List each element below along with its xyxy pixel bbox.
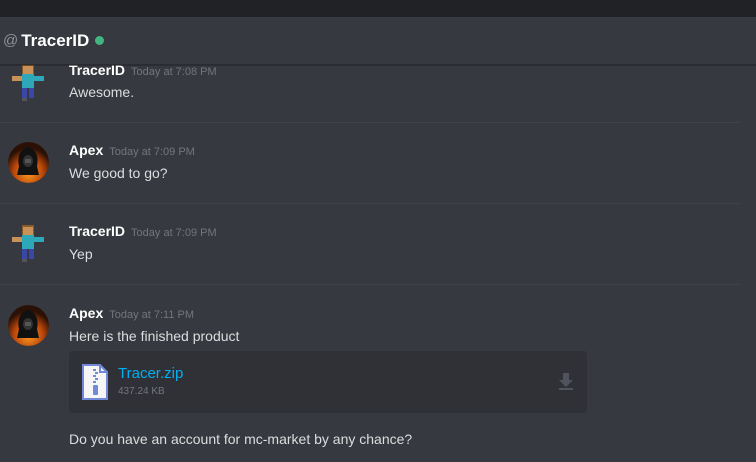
- avatar[interactable]: [8, 223, 49, 264]
- message-text: Yep: [69, 246, 93, 262]
- avatar[interactable]: [8, 305, 49, 346]
- file-attachment: Tracer.zip 437.24 KB: [69, 351, 587, 413]
- message-author[interactable]: Apex Today at 7:11 PM: [69, 305, 194, 321]
- zip-file-icon: [82, 364, 108, 400]
- message-text: Awesome.: [69, 84, 135, 100]
- message-text: Here is the finished product: [69, 328, 240, 344]
- message-timestamp: Today at 7:11 PM: [109, 309, 195, 321]
- online-status-icon: [95, 36, 105, 45]
- message-group: TracerID Today at 7:08 PM Awesome.: [0, 65, 756, 122]
- message-author[interactable]: TracerID Today at 7:08 PM: [69, 65, 217, 78]
- message-author[interactable]: Apex Today at 7:09 PM: [69, 142, 195, 158]
- message-divider: [0, 284, 740, 285]
- message-divider: [0, 203, 740, 204]
- message-group: Apex Today at 7:11 PM Here is the finishe…: [0, 305, 756, 462]
- avatar[interactable]: [8, 142, 49, 183]
- author-name[interactable]: TracerID: [69, 223, 125, 239]
- message-text: We good to go?: [69, 165, 168, 181]
- attachment-file-name[interactable]: Tracer.zip: [118, 365, 183, 382]
- minecraft-skin-icon: [8, 65, 49, 103]
- minecraft-skin-icon: [8, 223, 49, 264]
- message-timestamp: Today at 7:08 PM: [131, 66, 217, 78]
- message-group: TracerID Today at 7:09 PM Yep: [0, 223, 756, 283]
- attachment-file-size: 437.24 KB: [118, 386, 165, 397]
- dm-window: @ TracerID TracerID Today at 7:08 PM Awe…: [0, 0, 756, 462]
- message-list[interactable]: TracerID Today at 7:08 PM Awesome. Apex …: [0, 65, 756, 462]
- message-text: Do you have an account for mc-market by …: [69, 431, 413, 447]
- channel-header: @ TracerID: [0, 17, 756, 65]
- download-icon[interactable]: [557, 371, 575, 391]
- at-symbol-icon: @: [3, 32, 19, 49]
- dm-recipient-name[interactable]: TracerID: [21, 31, 89, 51]
- message-timestamp: Today at 7:09 PM: [109, 146, 195, 158]
- author-name[interactable]: Apex: [69, 142, 103, 158]
- author-name[interactable]: TracerID: [69, 65, 125, 78]
- message-group: Apex Today at 7:09 PM We good to go?: [0, 142, 756, 202]
- hooded-figure-avatar-icon: [8, 142, 49, 183]
- avatar[interactable]: [8, 65, 49, 103]
- message-author[interactable]: TracerID Today at 7:09 PM: [69, 223, 217, 239]
- hooded-figure-avatar-icon: [8, 305, 49, 346]
- message-timestamp: Today at 7:09 PM: [131, 227, 217, 239]
- title-bar: [0, 0, 756, 17]
- author-name[interactable]: Apex: [69, 305, 103, 321]
- message-divider: [0, 122, 740, 123]
